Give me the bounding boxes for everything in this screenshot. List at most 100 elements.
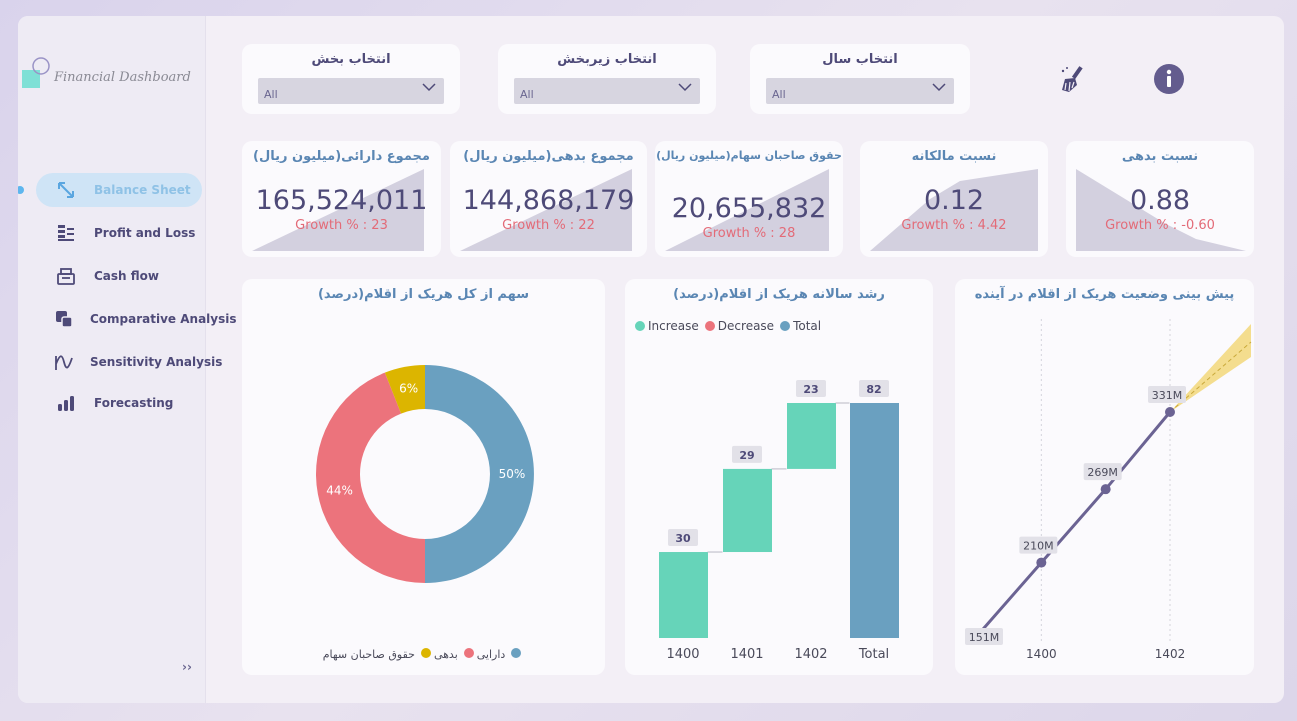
kpi-title: نسبت بدهی [1121, 149, 1199, 164]
x-axis-tick-label: 1400 [1026, 647, 1057, 661]
sidebar-item-balance-sheet[interactable]: Balance Sheet [18, 173, 202, 207]
annual-growth-waterfall-panel: رشد سالانه هریک از اقلام(درصد) Increase … [625, 279, 933, 675]
kpi-growth: Growth % : 23 [295, 218, 388, 233]
waterfall-data-label: 23 [803, 383, 818, 396]
series-line [975, 411, 1172, 637]
chevron-down-icon [678, 83, 692, 92]
donut-slice-label: 50% [499, 467, 526, 481]
kpi-value: 0.12 [923, 185, 985, 216]
sidebar-item-label: Forecasting [94, 396, 174, 410]
waterfall-chart: 30 1400 29 1401 23 1402 82 Total [659, 380, 899, 662]
kpi-equity: حقوق صاحبان سهام(میلیون ریال) 20,655,832… [655, 141, 843, 257]
subsection-select[interactable]: All [514, 78, 700, 104]
year-filter: انتخاب سال All [750, 44, 970, 114]
kpi-value: 144,868,179 [462, 185, 635, 216]
list-icon [54, 222, 78, 244]
waterfall-bar[interactable] [850, 403, 899, 638]
sidebar-item-label: Comparative Analysis [90, 312, 237, 326]
sidebar-item-label: Cash flow [94, 269, 159, 283]
section-select[interactable]: All [258, 78, 444, 104]
kpi-growth: Growth % : 22 [502, 218, 595, 233]
legend-item: حقوق صاحبان سهام [323, 648, 434, 661]
legend-label: بدهی [433, 648, 458, 661]
legend-item: بدهی [434, 648, 477, 661]
legend-item: دارایی [477, 648, 525, 661]
kpi-total-assets: مجموع دارائی(میلیون ریال) 165,524,011 Gr… [242, 141, 441, 257]
forecast-chart: 151M 210M 269M 331M 1400 1402 [965, 319, 1252, 661]
expand-sidebar-button[interactable]: ›› [182, 660, 192, 674]
data-point[interactable] [1036, 557, 1047, 568]
logo-text: Financial Dashboard [54, 70, 191, 85]
sidebar-item-comparative-analysis[interactable]: Comparative Analysis [36, 302, 237, 336]
subsection-filter: انتخاب زیربخش All [498, 44, 716, 114]
waterfall-bar[interactable] [723, 468, 772, 553]
sidebar-item-sensitivity-analysis[interactable]: Sensitivity Analysis [36, 345, 222, 379]
chevron-down-icon [932, 83, 946, 92]
sidebar-item-label: Profit and Loss [94, 226, 196, 240]
kpi-growth: Growth % : 28 [702, 226, 796, 241]
legend-label: حقوق صاحبان سهام [322, 648, 415, 661]
kpi-title: مجموع دارائی(میلیون ریال) [253, 149, 430, 164]
donut-chart: 50% 44% 6% [316, 365, 534, 583]
kpi-growth: Growth % : 4.42 [901, 218, 1007, 233]
compare-squares-icon [54, 308, 74, 330]
cash-register-icon [54, 265, 78, 287]
section-filter: انتخاب بخش All [242, 44, 460, 114]
sidebar-item-label: Sensitivity Analysis [90, 355, 223, 369]
chevron-down-icon [422, 83, 436, 92]
kpi-growth: Growth % : -0.60 [1105, 218, 1215, 233]
subsection-select-value: All [520, 87, 534, 101]
sidebar-item-profit-and-loss[interactable]: Profit and Loss [36, 216, 202, 250]
waterfall-bar[interactable] [659, 552, 708, 638]
forecast-panel: پیش بینی وضعیت هریک از اقلام در آینده 15… [955, 279, 1254, 675]
kpi-title: حقوق صاحبان سهام(میلیون ریال) [656, 149, 842, 162]
legend-label: دارایی [476, 648, 506, 661]
kpi-value: 20,655,832 [671, 193, 827, 224]
section-select-value: All [264, 87, 278, 101]
waterfall-data-label: 30 [675, 532, 691, 545]
sidebar-item-cash-flow[interactable]: Cash flow [36, 259, 202, 293]
subsection-filter-label: انتخاب زیربخش [557, 52, 657, 67]
donut-legend: دارایی بدهی حقوق صاحبان سهام [242, 648, 605, 661]
x-axis-tick-label: 1402 [1155, 647, 1186, 661]
info-button[interactable] [1152, 62, 1186, 96]
legend-swatch-equity [420, 648, 431, 658]
kpi-title: نسبت مالکانه [911, 149, 997, 164]
active-indicator [18, 186, 24, 194]
kpi-equity-ratio: نسبت مالکانه 0.12 Growth % : 4.42 [860, 141, 1048, 257]
x-axis-tick-label: 1402 [794, 647, 827, 662]
data-label: 151M [969, 631, 1000, 644]
data-label: 269M [1087, 466, 1118, 479]
share-donut-panel: سهم از کل هریک از اقلام(درصد) 50% 44% 6% د… [242, 279, 605, 675]
waterfall-data-label: 29 [739, 449, 754, 462]
kpi-debt-ratio: نسبت بدهی 0.88 Growth % : -0.60 [1066, 141, 1254, 257]
kpi-value: 165,524,011 [255, 185, 428, 216]
section-filter-label: انتخاب بخش [311, 52, 391, 67]
info-icon [1154, 64, 1184, 94]
dashboard-frame: Financial Dashboard Balance Sheet Profit… [18, 16, 1284, 703]
sidebar-item-label: Balance Sheet [94, 183, 191, 197]
year-select-value: All [772, 87, 786, 101]
data-point[interactable] [1100, 484, 1111, 495]
data-label: 331M [1152, 389, 1183, 402]
x-axis-tick-label: 1401 [730, 647, 763, 662]
x-axis-tick-label: 1400 [666, 647, 699, 662]
kpi-value: 0.88 [1129, 185, 1191, 216]
clear-filters-button[interactable] [1056, 62, 1090, 96]
x-axis-tick-label: Total [858, 647, 889, 662]
broom-icon [1061, 66, 1083, 92]
waterfall-bar[interactable] [787, 403, 836, 469]
swap-arrows-icon [54, 179, 78, 201]
donut-chart-title: سهم از کل هریک از اقلام(درصد) [317, 287, 529, 302]
donut-slice-label: 44% [326, 483, 353, 497]
legend-swatch-debt [463, 648, 474, 658]
data-point[interactable] [1165, 407, 1175, 417]
year-filter-label: انتخاب سال [822, 52, 898, 67]
kpi-total-debt: مجموع بدهی(میلیون ریال) 144,868,179 Grow… [450, 141, 647, 257]
kpi-title: مجموع بدهی(میلیون ریال) [463, 149, 634, 164]
year-select[interactable]: All [766, 78, 954, 104]
logo: Financial Dashboard [22, 56, 202, 96]
legend-swatch-asset [511, 648, 522, 658]
data-label: 210M [1023, 540, 1054, 553]
sidebar-item-forecasting[interactable]: Forecasting [36, 386, 202, 420]
